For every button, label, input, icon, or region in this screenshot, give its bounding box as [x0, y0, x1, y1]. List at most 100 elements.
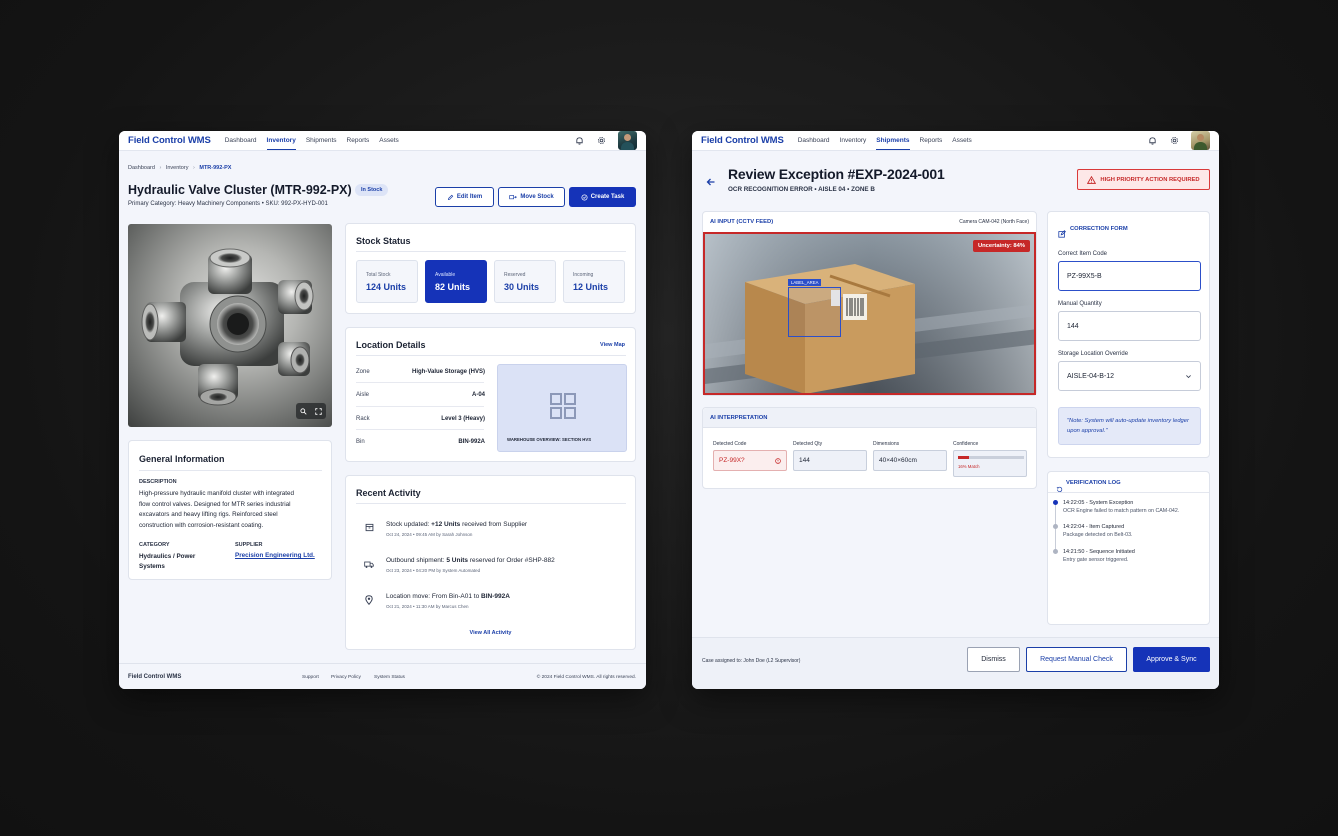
nav-inventory[interactable]: Inventory [266, 132, 297, 150]
confidence-bar-fill [958, 456, 969, 459]
dismiss-button[interactable]: Dismiss [967, 647, 1020, 672]
confidence-field: 16% Match [953, 450, 1027, 477]
bell-icon[interactable] [1147, 136, 1157, 146]
view-all-activity-link[interactable]: View All Activity [346, 630, 635, 636]
exception-review-window: Field Control WMS Dashboard Inventory Sh… [692, 131, 1219, 689]
edit-item-button[interactable]: Edit Item [435, 187, 494, 207]
zoom-icon[interactable] [300, 407, 307, 415]
divider [356, 503, 626, 504]
top-nav: Field Control WMS Dashboard Inventory Sh… [119, 131, 646, 151]
uncertainty-badge: Uncertainty: 84% [972, 240, 1030, 252]
move-stock-button[interactable]: Move Stock [498, 187, 565, 207]
inventory-detail-window: Field Control WMS Dashboard Inventory Sh… [119, 131, 646, 689]
stock-status-title: Stock Status [356, 236, 411, 246]
nav-assets[interactable]: Assets [952, 132, 972, 149]
breadcrumb-dashboard[interactable]: Dashboard [128, 165, 155, 171]
stock-status-card: Stock Status Total Stock 124 Units Avail… [345, 223, 636, 314]
avatar[interactable] [1191, 131, 1210, 150]
ai-interpretation-card: AI INTERPRETATION Detected Code PZ-99X? … [702, 407, 1037, 489]
truck-icon [364, 559, 374, 569]
approve-sync-button[interactable]: Approve & Sync [1133, 647, 1210, 672]
box-icon [364, 522, 374, 532]
detection-box[interactable]: LABEL_AREA [788, 279, 841, 337]
nav-inventory[interactable]: Inventory [840, 132, 867, 149]
item-code-label: Correct Item Code [1058, 251, 1108, 257]
footer-support-link[interactable]: Support [302, 675, 319, 680]
quantity-label: Manual Quantity [1058, 301, 1102, 307]
row-divider [356, 406, 484, 407]
nav-assets[interactable]: Assets [379, 132, 399, 149]
timeline-dot-active [1053, 500, 1058, 505]
detected-qty-field: 144 [793, 450, 867, 471]
nav-shipments[interactable]: Shipments [876, 132, 910, 150]
item-code-input[interactable]: PZ-99X5-B [1058, 261, 1201, 291]
activity-meta: Oct 21, 2024 • 11:30 AM by Marcus Chen [386, 604, 469, 609]
description-text: High-pressure hydraulic manifold cluster… [139, 490, 295, 529]
row-divider [356, 382, 484, 383]
move-stock-label: Move Stock [520, 194, 554, 200]
timeline-dot [1053, 549, 1058, 554]
detected-code-label: Detected Code [713, 441, 747, 447]
stat-incoming: Incoming 12 Units [563, 260, 625, 303]
bell-icon[interactable] [574, 136, 584, 146]
nav-dashboard[interactable]: Dashboard [225, 132, 257, 149]
log-entry-desc: OCR Engine failed to match pattern on CA… [1063, 508, 1180, 514]
dimensions-field: 40×40×60cm [873, 450, 947, 471]
timeline-dot [1053, 524, 1058, 529]
avatar[interactable] [618, 131, 637, 150]
feed-label: AI INPUT (CCTV FEED) [710, 219, 774, 225]
bin-label: Bin [356, 439, 365, 445]
footer-status-link[interactable]: System Status [374, 675, 405, 680]
action-footer: Case assigned to: John Doe (L2 Superviso… [692, 637, 1219, 689]
detection-box-label: LABEL_AREA [788, 279, 822, 286]
activity-meta: Oct 24, 2024 • 09:45 AM by Sarah Johnson [386, 532, 473, 537]
activity-item: Stock updated: +12 Units received from S… [386, 521, 528, 528]
back-arrow-icon[interactable] [706, 174, 716, 192]
stat-available: Available 82 Units [425, 260, 487, 303]
footer-privacy-link[interactable]: Privacy Policy [331, 675, 361, 680]
note-box: "Note: System will auto-update inventory… [1058, 407, 1201, 445]
gear-icon[interactable] [1169, 136, 1179, 146]
quantity-input[interactable]: 144 [1058, 311, 1201, 341]
location-title: Location Details [356, 340, 426, 350]
row-divider [356, 429, 484, 430]
location-override-select[interactable]: AISLE-04-B-12 [1058, 361, 1201, 391]
location-override-label: Storage Location Override [1058, 351, 1129, 357]
create-task-label: Create Task [590, 194, 625, 200]
category-value: Hydraulics / Power Systems [139, 553, 196, 570]
create-task-button[interactable]: Create Task [569, 187, 636, 207]
error-icon [775, 457, 781, 464]
detected-qty-label: Detected Qty [793, 441, 823, 447]
aisle-label: Aisle [356, 392, 370, 398]
footer-brand: Field Control WMS [128, 674, 182, 680]
description-label: DESCRIPTION [139, 479, 177, 485]
nav-reports[interactable]: Reports [347, 132, 370, 149]
breadcrumb: Dashboard › Inventory › MTR-992-PX [128, 165, 232, 171]
supplier-label: SUPPLIER [235, 542, 263, 548]
stat-reserved: Reserved 30 Units [494, 260, 556, 303]
divider [356, 355, 626, 356]
confidence-value: 16% Match [958, 464, 980, 469]
view-map-link[interactable]: View Map [600, 342, 625, 348]
activity-item: Location move: From Bin-A01 to BIN-992A [386, 593, 510, 600]
cctv-feed-image: Uncertainty: 84% LABEL_AREA [703, 232, 1036, 395]
log-entry-time: 14:21:50 - Sequence Initiated [1063, 549, 1135, 555]
task-icon [581, 193, 588, 201]
brand-logo[interactable]: Field Control WMS [128, 135, 211, 146]
warehouse-map[interactable]: WAREHOUSE OVERVIEW: SECTION HVS [497, 364, 627, 452]
gear-icon[interactable] [596, 136, 606, 146]
ai-input-card: AI INPUT (CCTV FEED) Camera CAM-042 (Nor… [702, 211, 1037, 396]
brand-logo[interactable]: Field Control WMS [701, 135, 784, 146]
history-icon [1056, 480, 1063, 498]
breadcrumb-inventory[interactable]: Inventory [166, 165, 189, 171]
nav-shipments[interactable]: Shipments [306, 132, 337, 149]
footer: Field Control WMS Support Privacy Policy… [119, 663, 646, 689]
edit-item-label: Edit Item [456, 194, 483, 200]
nav-dashboard[interactable]: Dashboard [798, 132, 830, 149]
pencil-icon [447, 194, 454, 200]
fullscreen-icon[interactable] [315, 407, 322, 415]
nav-reports[interactable]: Reports [920, 132, 943, 149]
note-text: "Note: System will auto-update inventory… [1067, 418, 1189, 434]
supplier-link[interactable]: Precision Engineering Ltd. [235, 552, 315, 559]
request-manual-check-button[interactable]: Request Manual Check [1026, 647, 1127, 672]
